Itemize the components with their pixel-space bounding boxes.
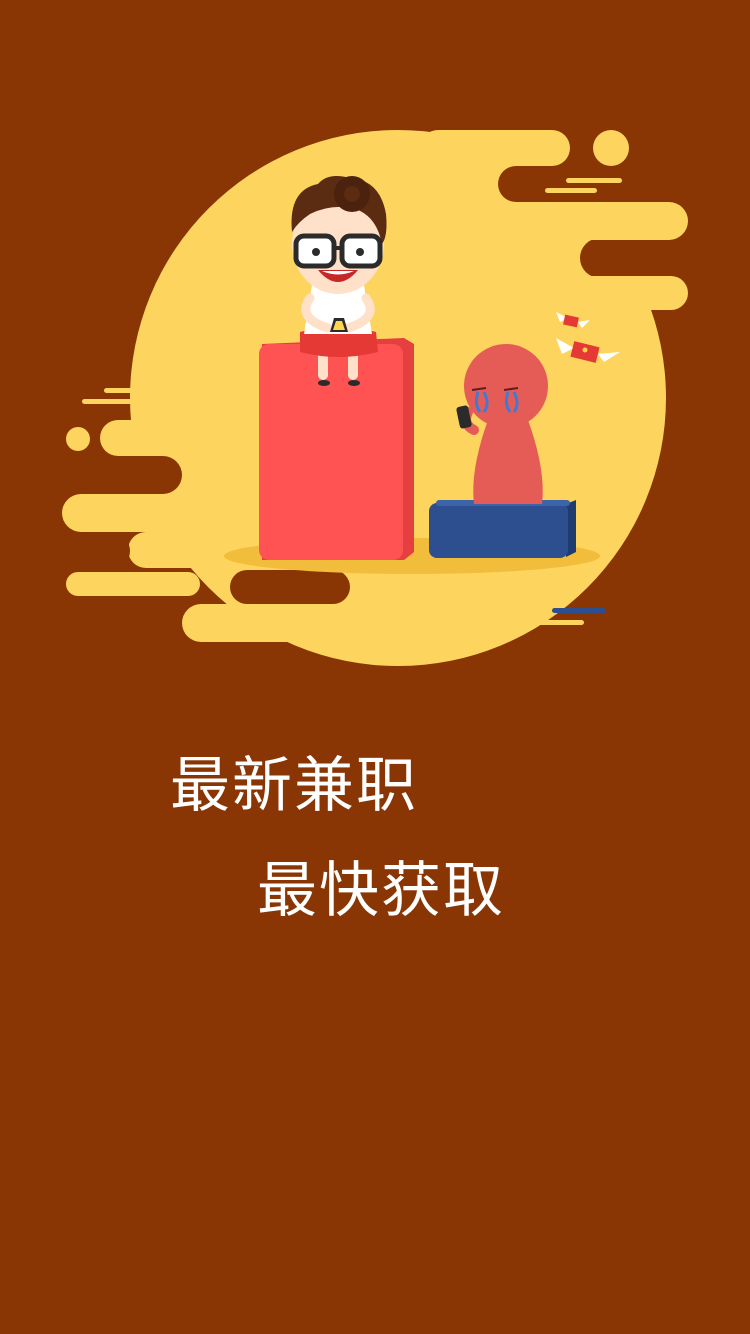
splash-screen: { "splash": { "headline_line_1": "最新兼职",… [0,0,750,1334]
red-pedestal [259,338,414,560]
splash-illustration [0,120,750,666]
headline-line-2: 最快获取 [257,856,505,926]
blue-pedestal [429,500,576,558]
headline-line-1: 最新兼职 [170,751,418,821]
